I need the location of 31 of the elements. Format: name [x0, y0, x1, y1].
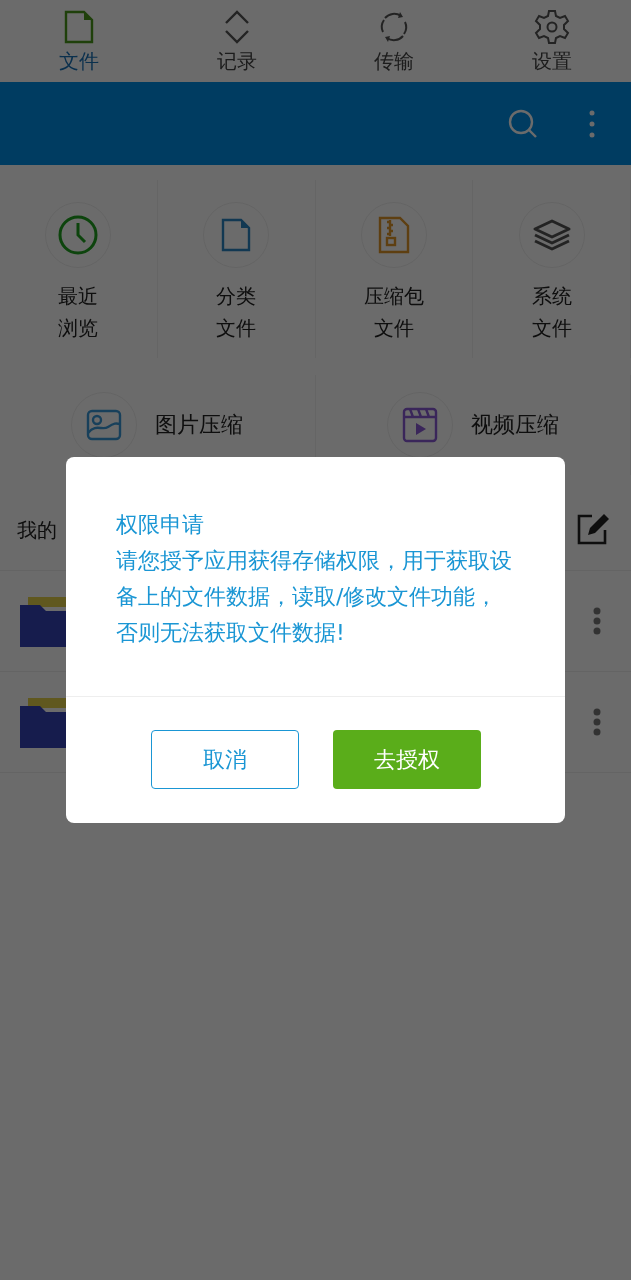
clock-icon — [57, 214, 100, 256]
nav-tab[interactable]: 传输 — [315, 0, 474, 82]
shortcut-tile[interactable]: 系统 文件 — [473, 180, 631, 358]
file-icon — [221, 218, 252, 252]
search-icon[interactable] — [507, 107, 539, 140]
section-title: 我的 — [17, 516, 57, 544]
picture-icon — [86, 409, 123, 441]
edit-icon[interactable] — [575, 513, 609, 547]
tool-label: 视频压缩 — [470, 411, 559, 439]
video-icon — [401, 407, 438, 443]
dialog-message: 请您授予应用获得存储权限，用于获取设备上的文件数据，读取/修改文件功能，否则无法获取文件数据! — [116, 547, 513, 647]
more-icon[interactable] — [589, 109, 595, 138]
settings-icon — [534, 7, 571, 46]
nav-tab[interactable]: 设置 — [473, 0, 631, 82]
more-icon[interactable] — [593, 607, 601, 635]
nav-tab[interactable]: 记录 — [157, 0, 316, 82]
shortcut-tile[interactable]: 压缩包 文件 — [315, 180, 474, 358]
shortcut-tile[interactable]: 分类 文件 — [157, 180, 316, 358]
layers-icon — [531, 218, 572, 252]
tool-label: 图片压缩 — [155, 411, 244, 439]
cancel-button[interactable]: 取消 — [150, 730, 299, 789]
shortcut-label: 压缩包 文件 — [363, 283, 424, 342]
shortcut-label: 最近 浏览 — [58, 283, 99, 342]
authorize-button[interactable]: 去授权 — [332, 730, 481, 789]
more-icon[interactable] — [593, 708, 601, 736]
shortcut-label: 分类 文件 — [216, 283, 257, 342]
nav-tab[interactable]: 文件 — [0, 0, 158, 82]
shortcut-label: 系统 文件 — [531, 283, 572, 342]
zip-file-icon — [377, 216, 410, 254]
dialog-title: 权限申请 — [116, 511, 205, 539]
shortcut-tile[interactable]: 最近 浏览 — [0, 180, 158, 358]
